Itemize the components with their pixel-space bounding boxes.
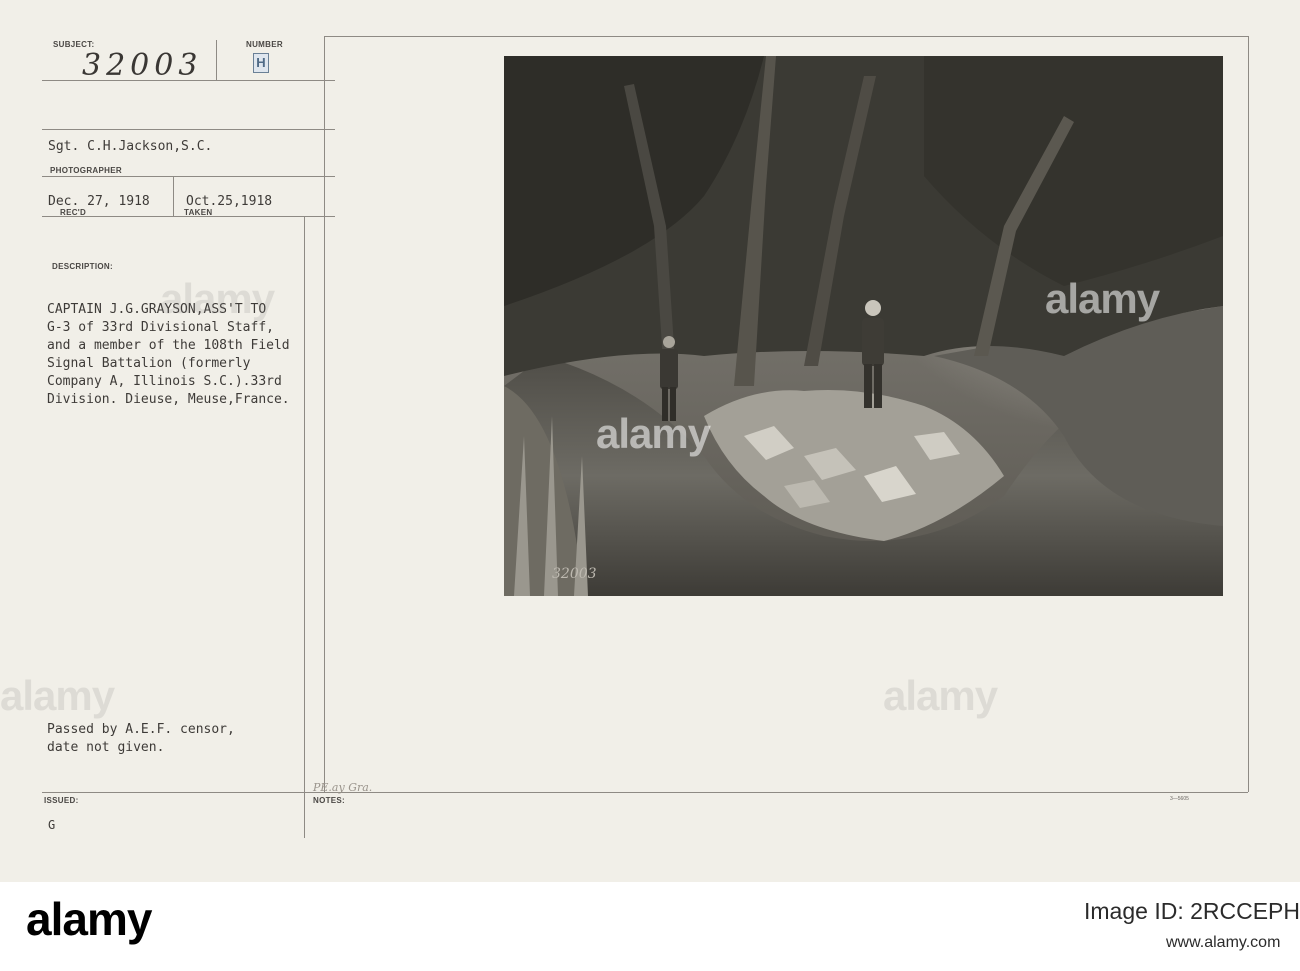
river-scene-illustration: 32003 (504, 56, 1223, 596)
censor-line: Passed by A.E.F. censor, (47, 722, 235, 737)
rule-bottom (42, 792, 1248, 793)
rule-subject-divider (216, 40, 217, 80)
subject-number: 32003 (82, 48, 203, 83)
taken-label: TAKEN (184, 208, 213, 217)
rule-left-column (304, 216, 305, 838)
watermark: alamy (0, 672, 115, 719)
description-line: Division. Dieuse, Meuse,France. (47, 392, 290, 407)
watermark: alamy (883, 672, 998, 719)
issued-label: ISSUED: (44, 796, 79, 805)
rule-photo-left (324, 36, 325, 792)
photographer-label: PHOTOGRAPHER (50, 166, 122, 175)
censor-line: date not given. (47, 740, 165, 755)
date-received: Dec. 27, 1918 (48, 194, 150, 209)
number-label: NUMBER (246, 40, 283, 49)
alamy-logo[interactable]: alamy (26, 892, 152, 946)
rule-dates-divider (173, 177, 174, 216)
watermark: alamy (160, 275, 275, 322)
image-id: Image ID: 2RCCEPH (1084, 898, 1300, 924)
description-line: Signal Battalion (formerly (47, 356, 251, 371)
archive-record-card: SUBJECT: NUMBER PHOTOGRAPHER REC'D TAKEN… (0, 0, 1300, 882)
notes-label: NOTES: (313, 796, 346, 805)
number-stamp: H (253, 53, 269, 73)
rule-row (42, 129, 335, 130)
photographer-name: Sgt. C.H.Jackson,S.C. (48, 139, 213, 154)
description-line: and a member of the 108th Field (47, 338, 290, 353)
date-taken: Oct.25,1918 (186, 194, 273, 209)
description-label: DESCRIPTION: (52, 262, 113, 271)
notes-handwriting: PE.ay Gra. (313, 781, 373, 794)
alamy-url[interactable]: www.alamy.com (1166, 934, 1280, 952)
received-label: REC'D (60, 208, 87, 217)
rule-photo-right (1248, 36, 1249, 792)
censor-text: Passed by A.E.F. censor, date not given. (47, 721, 235, 757)
form-code: 3—5605 (1170, 796, 1189, 802)
photo-number: 32003 (552, 566, 597, 582)
stock-footer (0, 882, 1300, 971)
watermark: alamy (1045, 275, 1160, 322)
rule-photographer (42, 176, 335, 177)
watermark: alamy (596, 410, 711, 457)
rule-photo-top (324, 36, 1248, 37)
issued-value: G (48, 818, 56, 832)
description-line: Company A, Illinois S.C.).33rd (47, 374, 282, 389)
river-photograph: 32003 (504, 56, 1223, 596)
